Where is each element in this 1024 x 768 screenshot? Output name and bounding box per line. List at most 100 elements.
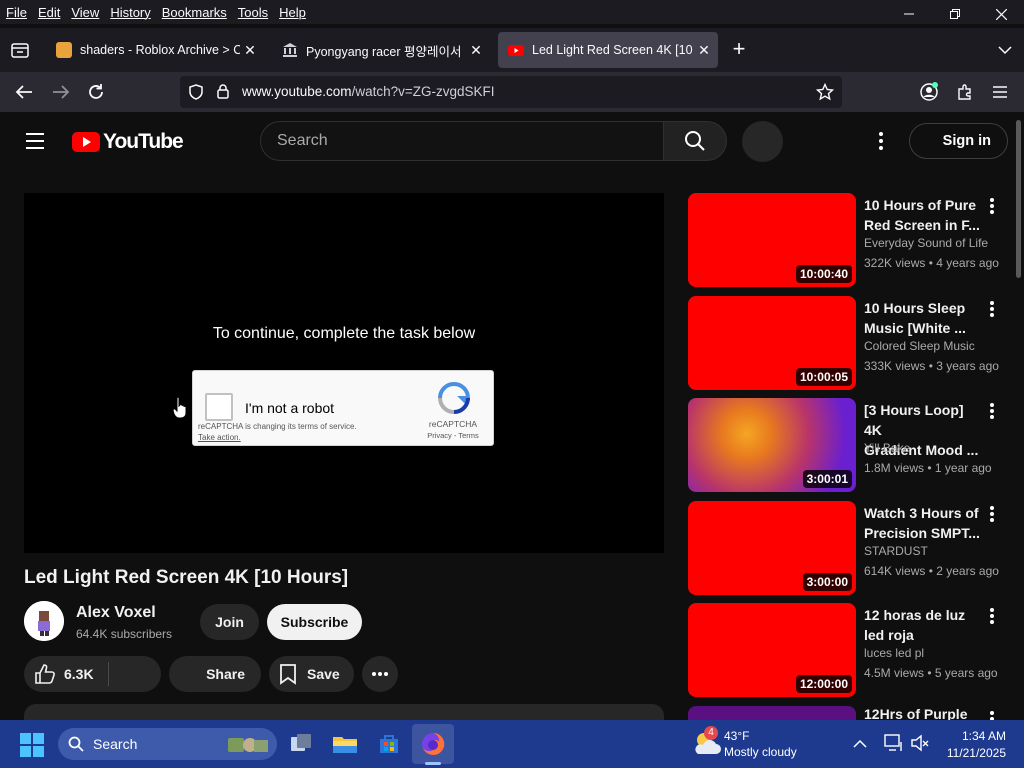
- windows-start-icon[interactable]: [20, 733, 44, 762]
- like-button[interactable]: 6.3K: [24, 656, 161, 692]
- bookmark-star-icon[interactable]: [815, 82, 835, 106]
- recommendation-item[interactable]: 3:00:00 Watch 3 Hours of Precision SMPT.…: [688, 501, 1008, 595]
- taskbar-search-box[interactable]: Search: [58, 728, 277, 760]
- privacy-terms-link[interactable]: Privacy - Terms: [415, 431, 491, 440]
- menu-tools[interactable]: Tools: [238, 5, 268, 20]
- tab-pyongyang-racer[interactable]: Pyongyang racer 평양레이서 : F ✕: [272, 32, 490, 68]
- app-menu-icon[interactable]: [988, 80, 1012, 104]
- firefox-view-icon[interactable]: [8, 38, 32, 62]
- settings-more-icon[interactable]: [872, 131, 890, 151]
- close-tab-icon[interactable]: ✕: [240, 42, 260, 59]
- voice-search-button[interactable]: [742, 121, 783, 162]
- rec-menu-icon[interactable]: [988, 300, 996, 318]
- video-thumbnail[interactable]: 10:00:40: [688, 193, 856, 287]
- page-scrollbar[interactable]: [1016, 120, 1021, 278]
- recommendation-item[interactable]: 12Hrs of Purple: [688, 706, 1008, 720]
- captcha-notice: reCAPTCHA is changing its terms of servi…: [198, 421, 357, 443]
- recommendation-item[interactable]: 12:00:00 12 horas de luz led roja luces …: [688, 603, 1008, 697]
- microsoft-store-icon[interactable]: [372, 728, 406, 760]
- search-icon: [68, 736, 84, 755]
- subscribe-button[interactable]: Subscribe: [267, 604, 362, 640]
- rec-channel[interactable]: Yill Bake: [864, 441, 910, 455]
- more-actions-button[interactable]: [362, 656, 398, 692]
- rec-channel[interactable]: luces led pl: [864, 646, 924, 660]
- take-action-link[interactable]: Take action.: [198, 433, 241, 442]
- weather-widget[interactable]: 4 43°F Mostly cloudy: [692, 726, 797, 761]
- recommendation-item[interactable]: 10:00:40 10 Hours of Pure Red Screen in …: [688, 193, 1008, 287]
- extensions-icon[interactable]: [953, 80, 977, 104]
- rec-menu-icon[interactable]: [988, 710, 996, 720]
- menu-bar: File Edit View History Bookmarks Tools H…: [0, 0, 1024, 24]
- video-thumbnail[interactable]: 12:00:00: [688, 603, 856, 697]
- menu-view[interactable]: View: [71, 5, 99, 20]
- menu-bookmarks[interactable]: Bookmarks: [162, 5, 227, 20]
- channel-name[interactable]: Alex Voxel: [76, 604, 156, 622]
- tab-roblox-archive[interactable]: shaders - Roblox Archive > Clie ✕: [46, 32, 264, 68]
- rec-menu-icon[interactable]: [988, 505, 996, 523]
- tab-youtube-active[interactable]: Led Light Red Screen 4K [10 Ho ✕: [498, 32, 718, 68]
- rec-title[interactable]: 10 Hours Sleep Music [White ...: [864, 298, 982, 338]
- video-player[interactable]: To continue, complete the task below I'm…: [24, 193, 664, 553]
- firefox-taskbar-icon[interactable]: [416, 728, 450, 760]
- network-icon[interactable]: [884, 734, 904, 757]
- rec-title[interactable]: 10 Hours of Pure Red Screen in F...: [864, 195, 982, 235]
- lock-icon[interactable]: [216, 83, 230, 104]
- guide-menu-icon[interactable]: [24, 132, 48, 150]
- sign-in-button[interactable]: Sign in: [909, 123, 1008, 159]
- video-thumbnail[interactable]: [688, 706, 856, 720]
- new-tab-button[interactable]: +: [727, 38, 751, 62]
- save-button[interactable]: Save: [269, 656, 354, 692]
- rec-menu-icon[interactable]: [988, 402, 996, 420]
- menu-edit[interactable]: Edit: [38, 5, 60, 20]
- system-clock[interactable]: 1:34 AM 11/21/2025: [947, 728, 1006, 762]
- search-button[interactable]: [663, 121, 727, 161]
- close-tab-icon[interactable]: ✕: [466, 42, 486, 59]
- duration-badge: 3:00:00: [802, 573, 852, 591]
- windows-taskbar: Search 4 43°F Mostly cloudy 1:34 AM 11/2…: [0, 720, 1024, 768]
- task-view-icon[interactable]: [284, 728, 318, 760]
- account-icon[interactable]: [917, 80, 941, 104]
- subscribe-label: Subscribe: [280, 614, 349, 630]
- video-thumbnail[interactable]: 3:00:01: [688, 398, 856, 492]
- search-input[interactable]: Search: [260, 121, 664, 161]
- back-button[interactable]: [12, 80, 36, 104]
- list-all-tabs-icon[interactable]: [998, 42, 1012, 60]
- menu-history[interactable]: History: [110, 5, 150, 20]
- description-box[interactable]: [24, 704, 664, 720]
- menu-file[interactable]: File: [6, 5, 27, 20]
- join-button[interactable]: Join: [200, 604, 259, 640]
- recommendation-item[interactable]: 3:00:01 [3 Hours Loop] 4K Gradient Mood …: [688, 398, 1008, 492]
- close-window-button[interactable]: [978, 0, 1024, 28]
- close-tab-icon[interactable]: ✕: [694, 42, 714, 59]
- tab-title: Pyongyang racer 평양레이서 : F: [306, 44, 466, 59]
- channel-avatar[interactable]: [24, 601, 64, 641]
- recommendation-item[interactable]: 10:00:05 10 Hours Sleep Music [White ...…: [688, 296, 1008, 390]
- captcha-prompt: To continue, complete the task below: [212, 325, 476, 342]
- captcha-checkbox[interactable]: [205, 393, 233, 421]
- show-hidden-icons-chevron-icon[interactable]: [853, 736, 867, 754]
- speaker-muted-icon[interactable]: [910, 734, 930, 757]
- restore-button[interactable]: [932, 0, 978, 28]
- file-explorer-icon[interactable]: [328, 728, 362, 760]
- bookmark-save-icon: [280, 664, 296, 685]
- video-thumbnail[interactable]: 3:00:00: [688, 501, 856, 595]
- rec-channel[interactable]: Everyday Sound of Life: [864, 236, 988, 250]
- rec-menu-icon[interactable]: [988, 607, 996, 625]
- rec-title[interactable]: 12 horas de luz led roja: [864, 605, 982, 645]
- youtube-logo[interactable]: YouTube: [72, 130, 184, 154]
- forward-button[interactable]: [49, 80, 73, 104]
- address-bar[interactable]: www.youtube.com/watch?v=ZG-zvgdSKFI: [180, 76, 842, 108]
- share-button[interactable]: Share: [169, 656, 261, 692]
- rec-channel[interactable]: Colored Sleep Music: [864, 339, 975, 353]
- video-thumbnail[interactable]: 10:00:05: [688, 296, 856, 390]
- url-text[interactable]: www.youtube.com/watch?v=ZG-zvgdSKFI: [242, 84, 495, 99]
- minimize-button[interactable]: [886, 0, 932, 28]
- rec-title[interactable]: 12Hrs of Purple: [864, 706, 982, 720]
- reload-button[interactable]: [84, 80, 108, 104]
- rec-menu-icon[interactable]: [988, 197, 996, 215]
- like-count: 6.3K: [64, 666, 94, 682]
- menu-help[interactable]: Help: [279, 5, 306, 20]
- shield-icon[interactable]: [188, 84, 204, 105]
- rec-title[interactable]: Watch 3 Hours of Precision SMPT...: [864, 503, 982, 543]
- rec-channel[interactable]: STARDUST: [864, 544, 928, 558]
